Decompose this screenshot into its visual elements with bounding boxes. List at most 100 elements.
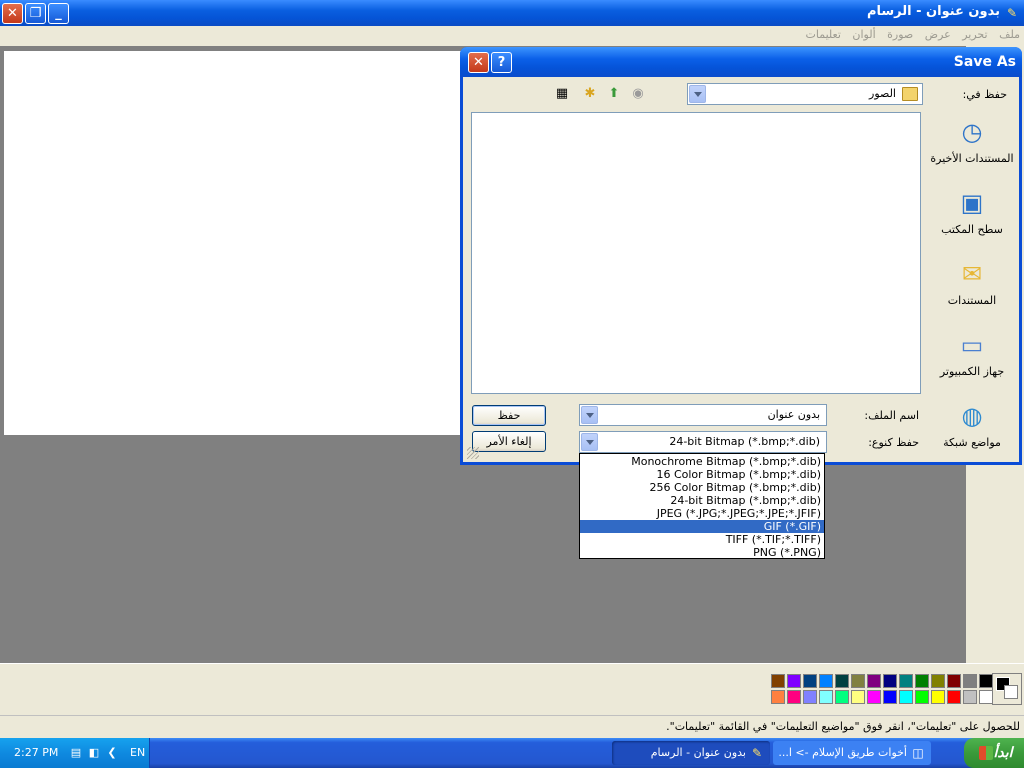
color-swatch[interactable]: [867, 674, 881, 688]
paint-titlebar[interactable]: ✎ بدون عنوان - الرسام ✕ ❐ _: [0, 0, 1024, 26]
task-label: بدون عنوان - الرسام: [650, 746, 746, 759]
save-button[interactable]: حفظ: [472, 405, 546, 426]
close-icon[interactable]: ✕: [2, 3, 23, 24]
color-swatch[interactable]: [819, 690, 833, 704]
expand-tray-icon[interactable]: ❮: [104, 745, 120, 761]
task-label: أخوات طريق الإسلام -> ا...: [778, 746, 907, 759]
color-swatch[interactable]: [915, 690, 929, 704]
filename-value: بدون عنوان: [767, 408, 820, 421]
color-swatch[interactable]: [835, 690, 849, 704]
filetype-option[interactable]: PNG (*.PNG): [580, 546, 824, 559]
back-icon[interactable]: ◉: [629, 86, 647, 102]
color-swatch[interactable]: [899, 674, 913, 688]
filetype-option[interactable]: Monochrome Bitmap (*.bmp;*.dib): [580, 455, 824, 468]
taskbar-item-paint[interactable]: ✎ بدون عنوان - الرسام: [612, 741, 770, 765]
tray-app-icon[interactable]: ◧: [86, 745, 102, 761]
color-swatch[interactable]: [803, 674, 817, 688]
minimize-icon[interactable]: _: [48, 3, 69, 24]
drawing-canvas[interactable]: [4, 51, 466, 435]
system-tray: EN ❮ ◧ ▤ 2:27 PM: [0, 738, 150, 768]
color-swatch[interactable]: [835, 674, 849, 688]
taskbar-item-browser[interactable]: ◫ أخوات طريق الإسلام -> ا...: [773, 741, 931, 765]
filetype-option-selected[interactable]: GIF (*.GIF): [580, 520, 824, 533]
color-swatch[interactable]: [931, 690, 945, 704]
place-my-computer[interactable]: ▭ جهاز الكمبيوتر: [929, 325, 1015, 395]
resize-grip[interactable]: [467, 447, 479, 459]
chevron-down-icon[interactable]: [581, 433, 598, 451]
filename-field[interactable]: بدون عنوان: [579, 404, 827, 426]
filename-label: اسم الملف:: [864, 409, 919, 422]
color-swatch[interactable]: [963, 674, 977, 688]
recent-documents-icon: ◷: [961, 118, 983, 146]
navigation-toolbar: ▦ ✱ ⬆ ◉: [553, 83, 659, 105]
menu-view[interactable]: عرض: [921, 26, 955, 41]
chevron-down-icon[interactable]: [689, 85, 706, 103]
color-swatch[interactable]: [915, 674, 929, 688]
menu-help[interactable]: تعليمات: [802, 26, 845, 41]
filetype-option[interactable]: 16 Color Bitmap (*.bmp;*.dib): [580, 468, 824, 481]
color-swatch[interactable]: [787, 690, 801, 704]
network-places-icon: ◍: [961, 402, 983, 430]
help-icon[interactable]: ?: [491, 52, 512, 73]
color-swatch[interactable]: [851, 674, 865, 688]
up-folder-icon[interactable]: ⬆: [605, 86, 623, 102]
filetype-option[interactable]: 24-bit Bitmap (*.bmp;*.dib): [580, 494, 824, 507]
clock: 2:27 PM: [14, 746, 59, 759]
menu-image[interactable]: صورة: [883, 26, 917, 41]
file-list[interactable]: [471, 112, 921, 394]
color-swatch[interactable]: [771, 674, 785, 688]
color-swatch[interactable]: [771, 690, 785, 704]
color-swatch[interactable]: [867, 690, 881, 704]
filetype-dropdown-list: Monochrome Bitmap (*.bmp;*.dib) 16 Color…: [579, 453, 825, 559]
place-label: المستندات: [947, 294, 997, 307]
current-colors[interactable]: [992, 673, 1022, 705]
dialog-titlebar[interactable]: Save As ✕ ?: [460, 47, 1022, 77]
places-bar: ◷ المستندات الأخيرة ▣ سطح المكتب ✉ المست…: [929, 112, 1015, 457]
chevron-down-icon[interactable]: [581, 406, 598, 424]
desktop-icon: ▣: [960, 189, 984, 217]
new-folder-icon[interactable]: ✱: [581, 86, 599, 102]
my-documents-icon: ✉: [961, 260, 983, 288]
network-tray-icon[interactable]: ▤: [68, 745, 84, 761]
save-in-combo[interactable]: الصور: [687, 83, 923, 105]
color-swatch[interactable]: [979, 674, 993, 688]
place-label: سطح المكتب: [941, 223, 1003, 236]
save-in-label: حفظ في:: [962, 88, 1007, 101]
place-network[interactable]: ◍ مواضع شبكة: [929, 396, 1015, 466]
color-swatch[interactable]: [883, 674, 897, 688]
cancel-button[interactable]: إلغاء الأمر: [472, 431, 546, 452]
filetype-option[interactable]: JPEG (*.JPG;*.JPEG;*.JPE;*.JFIF): [580, 507, 824, 520]
color-swatch[interactable]: [947, 674, 961, 688]
filetype-option[interactable]: TIFF (*.TIF;*.TIFF): [580, 533, 824, 546]
menu-file[interactable]: ملف: [995, 26, 1024, 41]
background-color: [1004, 685, 1018, 699]
views-menu-icon[interactable]: ▦: [553, 86, 571, 102]
place-my-documents[interactable]: ✉ المستندات: [929, 254, 1015, 324]
color-swatch[interactable]: [979, 690, 993, 704]
color-swatch[interactable]: [931, 674, 945, 688]
color-swatch[interactable]: [883, 690, 897, 704]
color-swatch[interactable]: [963, 690, 977, 704]
place-desktop[interactable]: ▣ سطح المكتب: [929, 183, 1015, 253]
start-button[interactable]: ابدأ: [964, 738, 1024, 768]
dialog-body: حفظ في: الصور ▦ ✱ ⬆ ◉ ◷ المستندات الأخير…: [463, 77, 1019, 462]
color-swatch[interactable]: [787, 674, 801, 688]
place-recent-documents[interactable]: ◷ المستندات الأخيرة: [929, 112, 1015, 182]
restore-icon[interactable]: ❐: [25, 3, 46, 24]
place-label: مواضع شبكة: [943, 436, 1001, 449]
taskbar: ابدأ ◫ أخوات طريق الإسلام -> ا... ✎ بدون…: [0, 738, 1024, 768]
filetype-option[interactable]: 256 Color Bitmap (*.bmp;*.dib): [580, 481, 824, 494]
menu-edit[interactable]: تحرير: [958, 26, 991, 41]
color-swatch[interactable]: [819, 674, 833, 688]
language-indicator[interactable]: EN: [130, 746, 145, 759]
filetype-select[interactable]: 24-bit Bitmap (*.bmp;*.dib): [579, 431, 827, 453]
filetype-label: حفظ كنوع:: [868, 436, 919, 449]
menu-colors[interactable]: ألوان: [848, 26, 879, 41]
color-swatch[interactable]: [947, 690, 961, 704]
close-icon[interactable]: ✕: [468, 52, 489, 73]
paint-app-icon: ✎: [751, 746, 763, 760]
color-swatch[interactable]: [803, 690, 817, 704]
save-as-dialog: Save As ✕ ? حفظ في: الصور ▦ ✱ ⬆ ◉ ◷ المس…: [460, 47, 1022, 465]
color-swatch[interactable]: [851, 690, 865, 704]
color-swatch[interactable]: [899, 690, 913, 704]
